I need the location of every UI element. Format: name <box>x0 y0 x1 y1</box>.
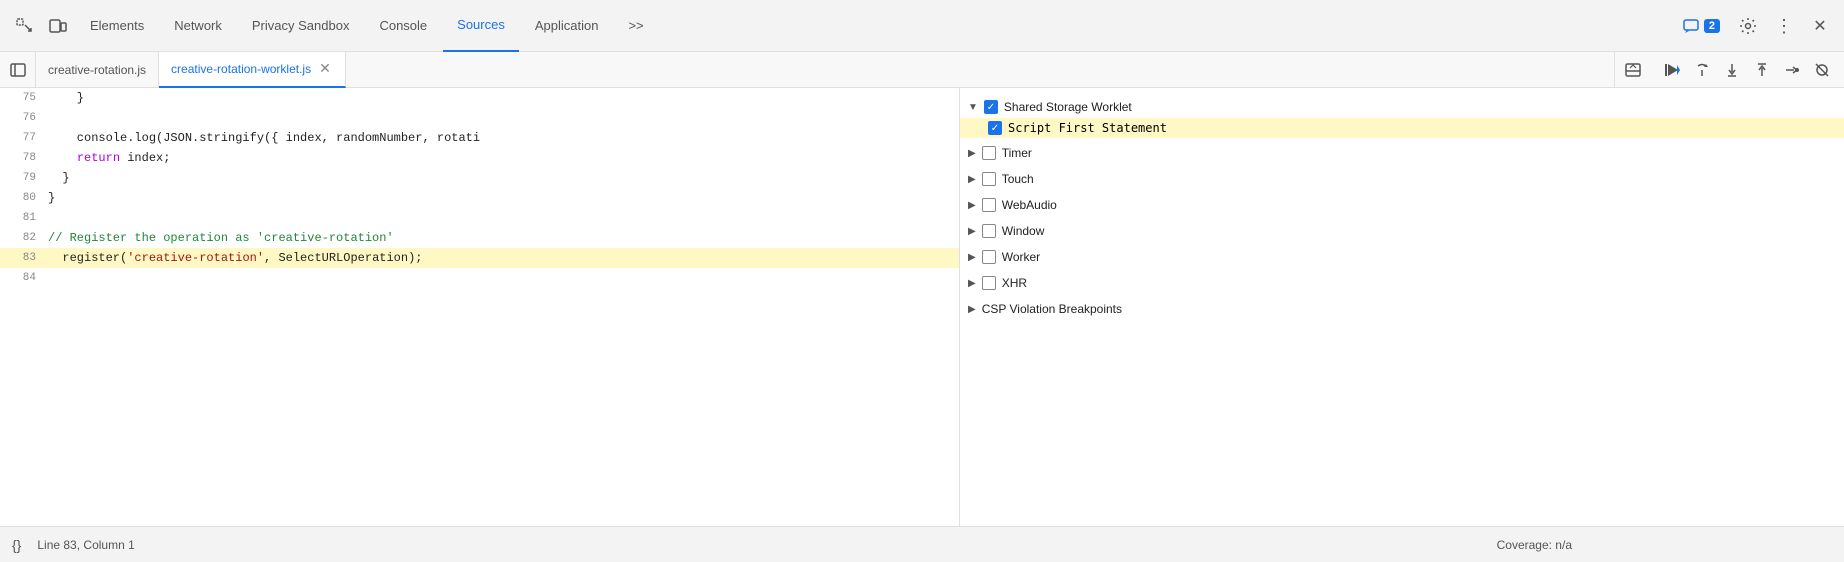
table-row: 84 <box>0 268 959 288</box>
expand-arrow-icon: ▶ <box>968 278 976 289</box>
bp-section-header-xhr[interactable]: ▶ XHR <box>960 272 1844 294</box>
close-devtools-icon[interactable]: ✕ <box>1804 10 1836 42</box>
resume-button[interactable] <box>1658 56 1686 84</box>
step-over-button[interactable] <box>1688 56 1716 84</box>
close-tab-icon[interactable]: ✕ <box>317 60 333 77</box>
expand-arrow-icon: ▶ <box>968 200 976 211</box>
more-options-icon[interactable]: ⋮ <box>1768 10 1800 42</box>
webaudio-label: WebAudio <box>1002 198 1057 212</box>
bp-section-header-shared-storage[interactable]: ▼ Shared Storage Worklet <box>960 96 1844 118</box>
breakpoints-panel: ▼ Shared Storage Worklet Script First St… <box>960 88 1844 526</box>
xhr-checkbox[interactable] <box>982 276 996 290</box>
tab-application[interactable]: Application <box>521 0 613 52</box>
device-toolbar-icon[interactable] <box>42 10 74 42</box>
tab-more[interactable]: >> <box>614 0 657 52</box>
bp-section-touch: ▶ Touch <box>960 168 1844 190</box>
bp-section-shared-storage: ▼ Shared Storage Worklet Script First St… <box>960 96 1844 138</box>
file-tabs-bar: creative-rotation.js creative-rotation-w… <box>0 52 1844 88</box>
bp-section-window: ▶ Window <box>960 220 1844 242</box>
expand-arrow-icon: ▶ <box>968 226 976 237</box>
bp-section-header-timer[interactable]: ▶ Timer <box>960 142 1844 164</box>
step-out-button[interactable] <box>1748 56 1776 84</box>
bp-section-worker: ▶ Worker <box>960 246 1844 268</box>
drawer-toggle-icon[interactable] <box>1614 52 1650 88</box>
worker-checkbox[interactable] <box>982 250 996 264</box>
step-button[interactable] <box>1778 56 1806 84</box>
expand-arrow-icon: ▶ <box>968 304 976 315</box>
script-first-statement-checkbox[interactable] <box>988 121 1002 135</box>
sidebar-toggle-icon[interactable] <box>0 52 36 88</box>
bp-section-header-window[interactable]: ▶ Window <box>960 220 1844 242</box>
bp-section-header-touch[interactable]: ▶ Touch <box>960 168 1844 190</box>
csp-label: CSP Violation Breakpoints <box>982 302 1122 316</box>
expand-arrow-icon: ▶ <box>968 174 976 185</box>
table-row: 77 console.log(JSON.stringify({ index, r… <box>0 128 959 148</box>
bp-section-header-worker[interactable]: ▶ Worker <box>960 246 1844 268</box>
chat-badge-button[interactable]: 2 <box>1674 13 1728 39</box>
bp-section-header-csp[interactable]: ▶ CSP Violation Breakpoints <box>960 298 1844 320</box>
webaudio-checkbox[interactable] <box>982 198 996 212</box>
table-row: 75 } <box>0 88 959 108</box>
table-row: 80 } <box>0 188 959 208</box>
timer-checkbox[interactable] <box>982 146 996 160</box>
devtools-tab-bar: Elements Network Privacy Sandbox Console… <box>0 0 1844 52</box>
expand-arrow-icon: ▶ <box>968 148 976 159</box>
deactivate-breakpoints-button[interactable] <box>1808 56 1836 84</box>
expand-arrow-icon: ▼ <box>968 102 978 113</box>
table-row: 76 <box>0 108 959 128</box>
coverage-status: Coverage: n/a <box>1497 538 1832 552</box>
worker-label: Worker <box>1002 250 1040 264</box>
file-tab-creative-rotation-worklet[interactable]: creative-rotation-worklet.js ✕ <box>159 52 346 88</box>
curly-braces-icon: {} <box>12 537 21 553</box>
xhr-label: XHR <box>1002 276 1027 290</box>
window-label: Window <box>1002 224 1045 238</box>
line-col-status: Line 83, Column 1 <box>37 538 134 552</box>
bp-section-webaudio: ▶ WebAudio <box>960 194 1844 216</box>
shared-storage-label: Shared Storage Worklet <box>1004 100 1132 114</box>
table-row: 83 register('creative-rotation', SelectU… <box>0 248 959 268</box>
code-panel[interactable]: 75 } 76 77 console.log(JSON.stringify({ … <box>0 88 960 526</box>
step-into-button[interactable] <box>1718 56 1746 84</box>
expand-arrow-icon: ▶ <box>968 252 976 263</box>
chat-badge: 2 <box>1704 19 1720 33</box>
settings-icon[interactable] <box>1732 10 1764 42</box>
shared-storage-checkbox[interactable] <box>984 100 998 114</box>
tab-network[interactable]: Network <box>160 0 236 52</box>
bp-section-xhr: ▶ XHR <box>960 272 1844 294</box>
table-row: 79 } <box>0 168 959 188</box>
main-area: 75 } 76 77 console.log(JSON.stringify({ … <box>0 88 1844 526</box>
window-checkbox[interactable] <box>982 224 996 238</box>
table-row: 78 return index; <box>0 148 959 168</box>
list-item[interactable]: Script First Statement <box>960 118 1844 138</box>
table-row: 81 <box>0 208 959 228</box>
tab-elements[interactable]: Elements <box>76 0 158 52</box>
tab-privacy-sandbox[interactable]: Privacy Sandbox <box>238 0 364 52</box>
tab-console[interactable]: Console <box>365 0 441 52</box>
select-element-icon[interactable] <box>8 10 40 42</box>
status-bar: {} Line 83, Column 1 Coverage: n/a <box>0 526 1844 562</box>
timer-label: Timer <box>1002 146 1032 160</box>
bp-section-header-webaudio[interactable]: ▶ WebAudio <box>960 194 1844 216</box>
tab-sources[interactable]: Sources <box>443 0 519 52</box>
bp-section-csp: ▶ CSP Violation Breakpoints <box>960 298 1844 320</box>
file-tab-creative-rotation[interactable]: creative-rotation.js <box>36 52 159 88</box>
table-row: 82 // Register the operation as 'creativ… <box>0 228 959 248</box>
script-first-statement-label: Script First Statement <box>1008 121 1167 135</box>
bp-section-timer: ▶ Timer <box>960 142 1844 164</box>
debug-controls <box>1650 56 1844 84</box>
code-lines: 75 } 76 77 console.log(JSON.stringify({ … <box>0 88 959 288</box>
touch-label: Touch <box>1002 172 1034 186</box>
touch-checkbox[interactable] <box>982 172 996 186</box>
